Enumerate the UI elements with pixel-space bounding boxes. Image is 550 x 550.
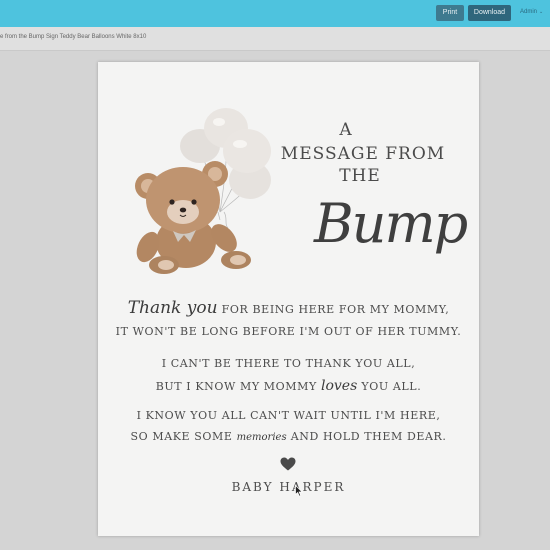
poem-script-thank-you: Thank you	[127, 298, 218, 318]
title-line-1: A	[339, 120, 353, 140]
chevron-down-icon: ⌄	[539, 9, 544, 15]
poem-line-6-post: AND HOLD THEM DEAR.	[290, 430, 447, 443]
poem-script-loves: loves	[320, 378, 358, 394]
poem-line-5: I KNOW YOU ALL CAN'T WAIT UNTIL I'M HERE…	[136, 409, 441, 422]
heart-icon	[280, 457, 296, 471]
poem-line-2: IT WON'T BE LONG BEFORE I'M OUT OF HER T…	[115, 325, 462, 338]
poem-line-1: Thank you FOR BEING HERE FOR MY MOMMY,	[98, 298, 479, 318]
poem-script-memories: memories	[236, 432, 287, 443]
user-menu[interactable]: Admin ⌄	[520, 9, 543, 15]
poem-line-3: I CAN'T BE THERE TO THANK YOU ALL,	[161, 357, 416, 370]
mouse-cursor-icon	[295, 485, 303, 497]
top-toolbar: Print Download Admin ⌄	[0, 0, 550, 27]
poem-line-6-pre: SO MAKE SOME	[130, 430, 233, 443]
file-info-bar: e from the Bump Sign Teddy Bear Balloons…	[0, 27, 550, 51]
poem-line-1-text: FOR BEING HERE FOR MY MOMMY,	[221, 303, 450, 316]
teddy-bear-illustration	[135, 108, 271, 274]
document-filename: e from the Bump Sign Teddy Bear Balloons…	[0, 34, 147, 40]
download-button[interactable]: Download	[468, 5, 511, 21]
sign-preview: A MESSAGE FROM THE Bump Thank you FOR BE…	[98, 62, 479, 536]
poem-line-4-pre: BUT I KNOW MY MOMMY	[155, 380, 317, 393]
user-menu-label: Admin	[520, 9, 538, 15]
poem-line-4: BUT I KNOW MY MOMMY loves YOU ALL.	[98, 378, 479, 394]
title-line-2: MESSAGE FROM	[280, 144, 446, 164]
print-button[interactable]: Print	[436, 5, 464, 21]
title-line-3: THE	[339, 166, 381, 186]
title-script-bump: Bump	[314, 192, 468, 255]
signoff-name: BABY HARPER	[231, 480, 346, 494]
poem-line-4-post: YOU ALL.	[361, 380, 422, 393]
poem-line-6: SO MAKE SOME memories AND HOLD THEM DEAR…	[98, 430, 479, 443]
